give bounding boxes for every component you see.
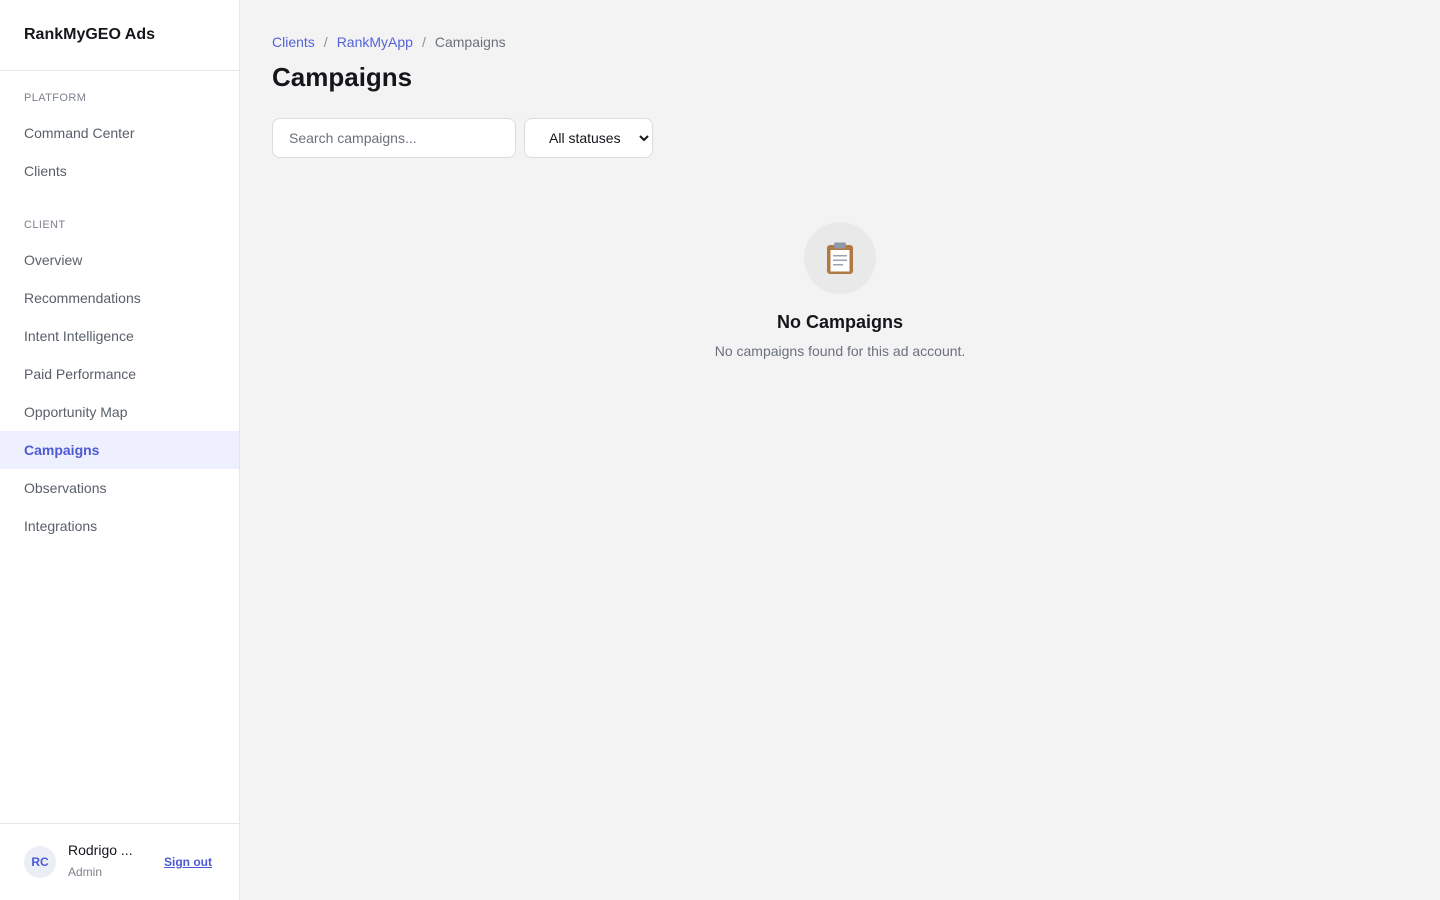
section-label-client: CLIENT <box>24 219 66 231</box>
sidebar-item-clients[interactable]: Clients <box>0 152 239 190</box>
user-role: Admin <box>68 865 103 879</box>
user-panel: RC Rodrigo ... Admin Sign out <box>0 823 239 900</box>
section-label-platform: PLATFORM <box>24 92 87 104</box>
breadcrumb-link-client[interactable]: RankMyApp <box>337 34 413 50</box>
breadcrumb: Clients / RankMyApp / Campaigns <box>272 34 506 50</box>
empty-state-text: No campaigns found for this ad account. <box>714 343 966 359</box>
sidebar-item-command-center[interactable]: Command Center <box>0 114 239 152</box>
sidebar-item-intent-intelligence[interactable]: Intent Intelligence <box>0 317 239 355</box>
avatar: RC <box>24 846 56 878</box>
empty-state: No Campaigns No campaigns found for this… <box>240 222 1440 359</box>
breadcrumb-link-clients[interactable]: Clients <box>272 34 315 50</box>
clipboard-icon <box>804 222 876 294</box>
breadcrumb-separator: / <box>421 34 426 50</box>
sidebar-item-integrations[interactable]: Integrations <box>0 507 239 545</box>
search-input[interactable] <box>272 118 516 158</box>
main-content: Clients / RankMyApp / Campaigns Campaigns Al… <box>240 0 1440 900</box>
sidebar-item-recommendations[interactable]: Recommendations <box>0 279 239 317</box>
empty-state-title: No Campaigns <box>776 312 904 332</box>
sidebar-item-paid-performance[interactable]: Paid Performance <box>0 355 239 393</box>
status-filter-select[interactable]: All statuses <box>524 118 653 158</box>
sidebar-item-campaigns[interactable]: Campaigns <box>0 431 239 469</box>
sign-out-link[interactable]: Sign out <box>164 855 212 869</box>
sidebar-item-observations[interactable]: Observations <box>0 469 239 507</box>
sidebar-item-overview[interactable]: Overview <box>0 241 239 279</box>
breadcrumb-separator: / <box>323 34 328 50</box>
sidebar-item-opportunity-map[interactable]: Opportunity Map <box>0 393 239 431</box>
user-name: Rodrigo ... <box>68 842 133 858</box>
brand-logo[interactable]: RankMyGEO Ads <box>0 0 239 71</box>
clipboard-icon-graphic <box>827 242 853 274</box>
page-title: Campaigns <box>272 62 413 92</box>
sidebar: RankMyGEO Ads PLATFORM Command Center Cl… <box>0 0 240 900</box>
breadcrumb-current: Campaigns <box>434 34 506 50</box>
